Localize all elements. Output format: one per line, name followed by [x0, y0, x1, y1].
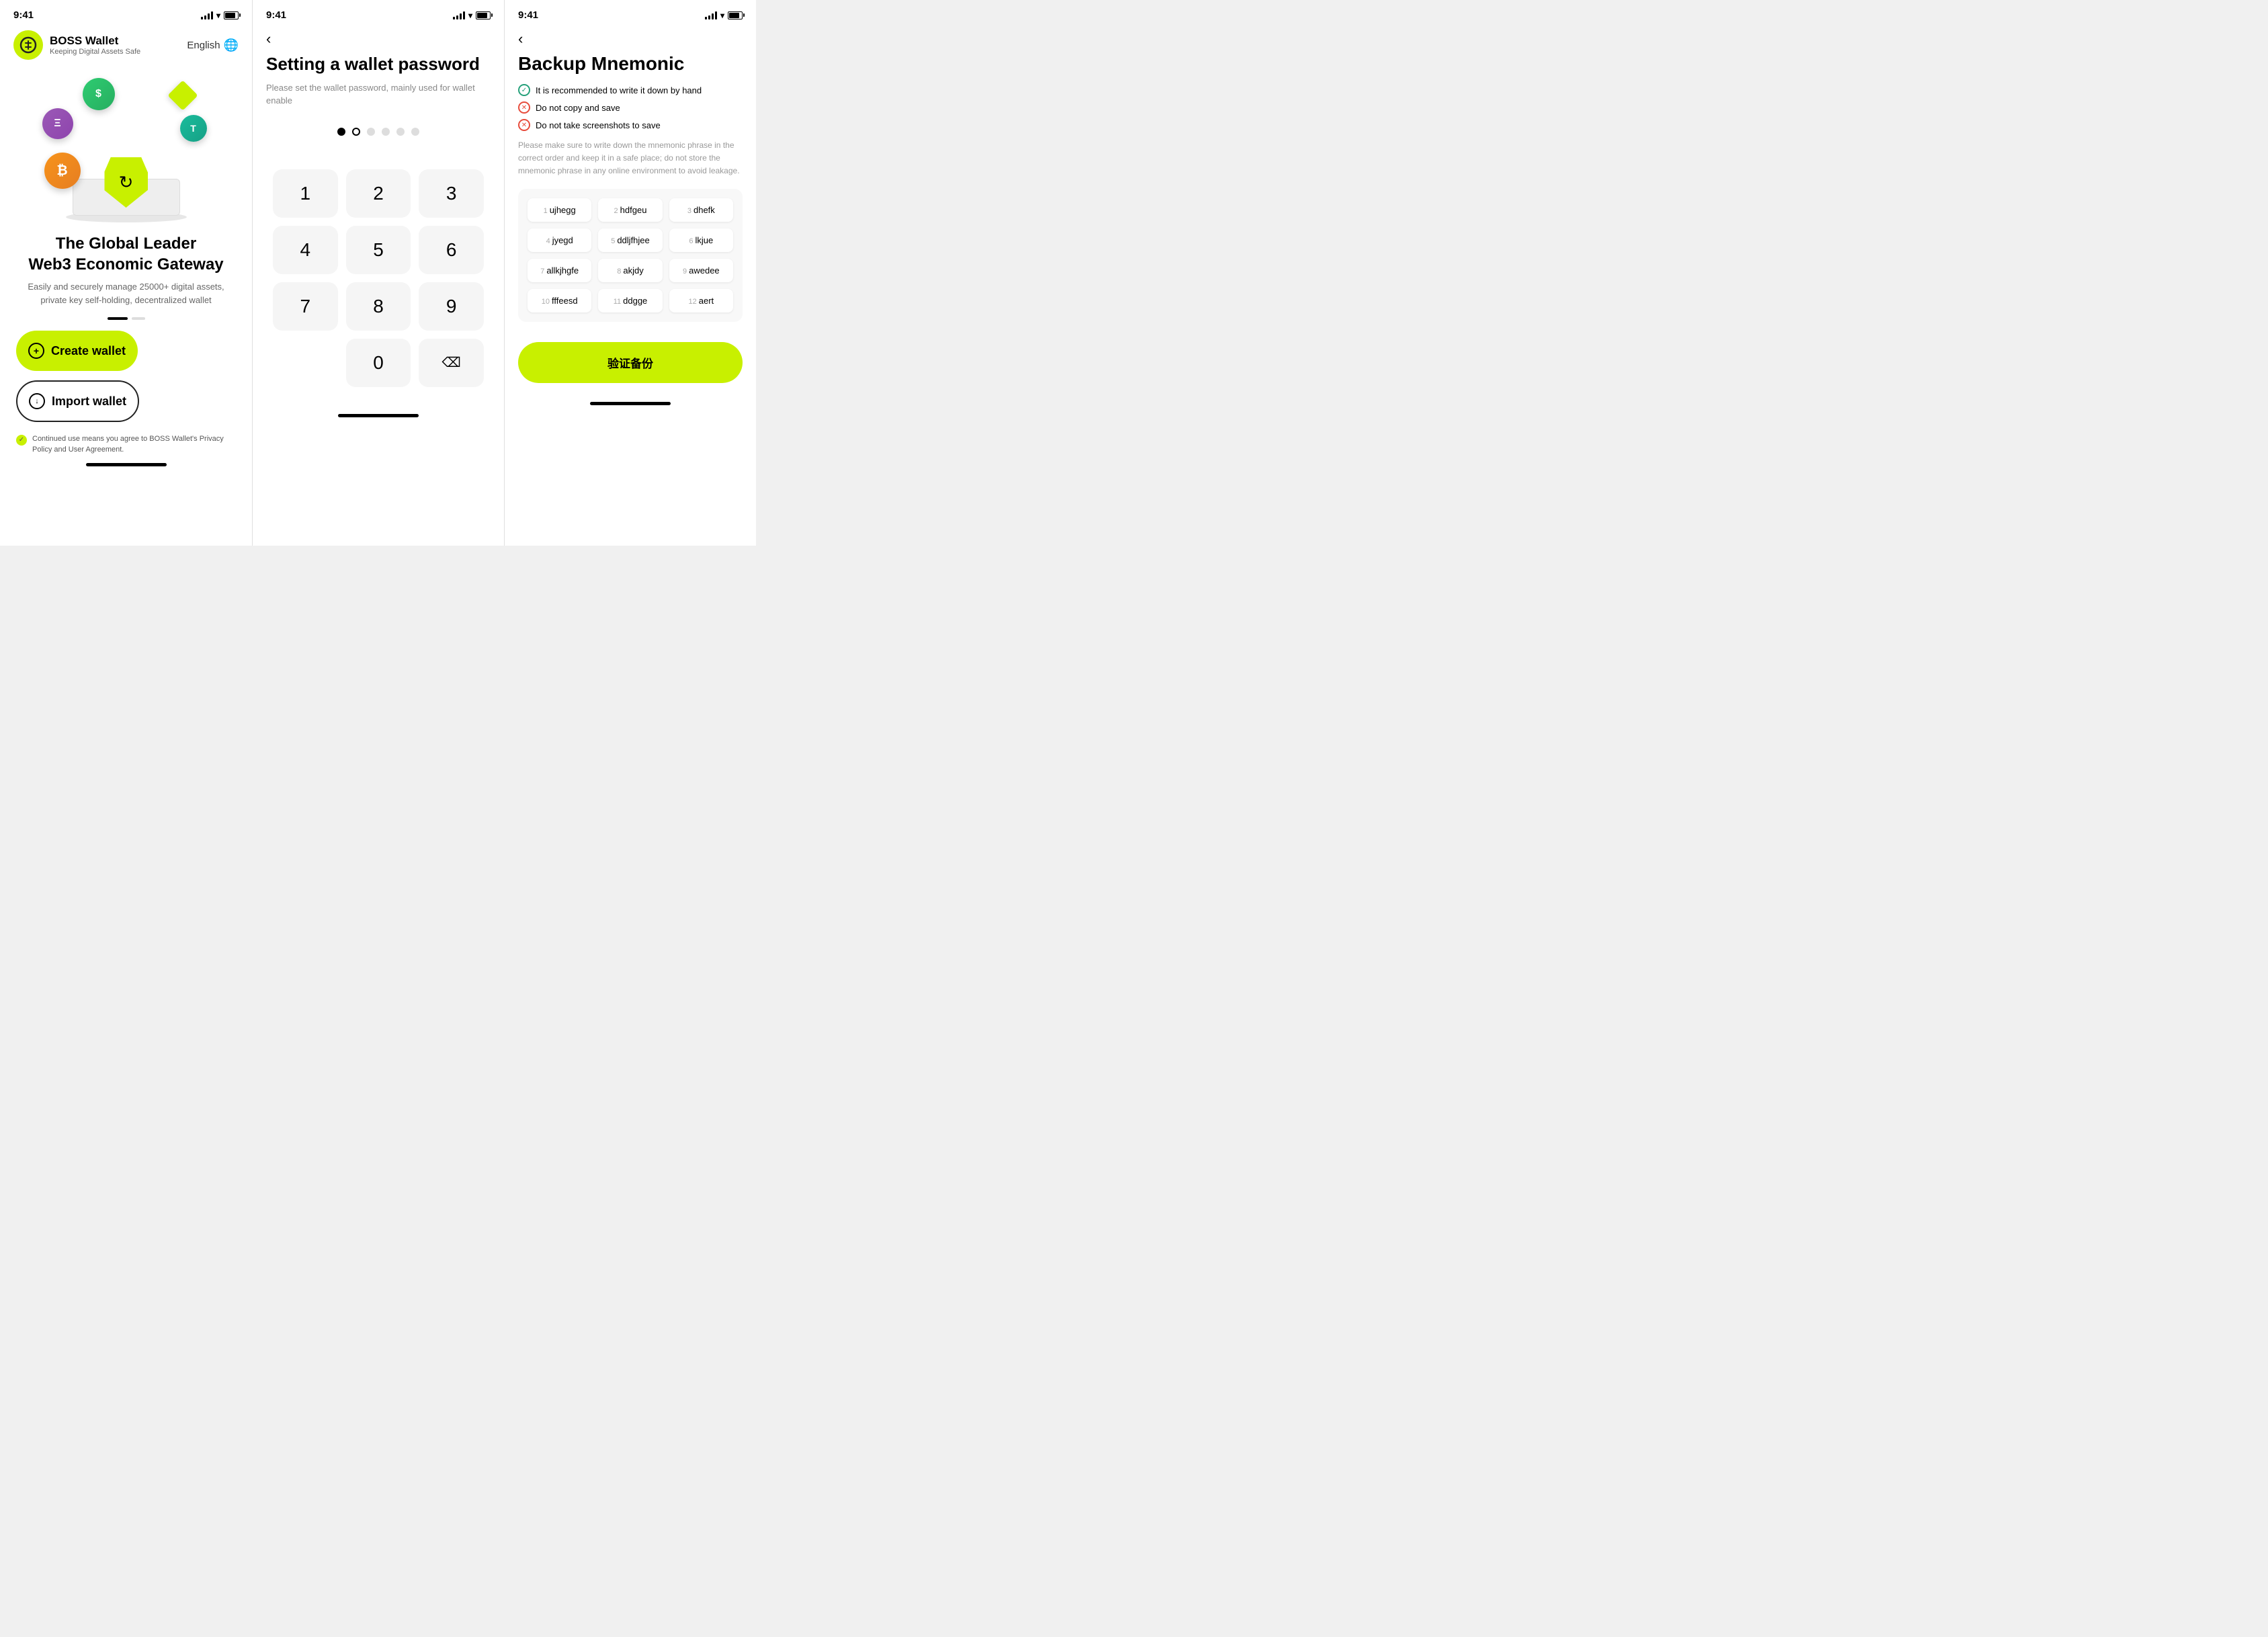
step-dot-3 — [367, 128, 375, 136]
phone2-password: 9:41 ▾ ‹ Setting a wallet password Pleas… — [252, 0, 504, 546]
home-indicator-1 — [86, 463, 167, 466]
battery-icon-3 — [728, 11, 743, 19]
status-bar-2: 9:41 ▾ — [253, 0, 504, 25]
mnemonic-word-7: 7allkjhgfe — [528, 259, 591, 282]
password-subtitle: Please set the wallet password, mainly u… — [266, 81, 491, 108]
back-button-2[interactable]: ‹ — [253, 25, 504, 53]
language-label: English — [187, 40, 220, 51]
privacy-text: Continued use means you agree to BOSS Wa… — [32, 434, 236, 455]
logo-text: BOSS Wallet Keeping Digital Assets Safe — [50, 34, 140, 56]
battery-icon-1 — [224, 11, 239, 19]
app-logo — [13, 30, 43, 60]
key-1[interactable]: 1 — [273, 169, 338, 218]
import-label: Import wallet — [52, 394, 126, 409]
status-bar-1: 9:41 ▾ — [0, 0, 252, 25]
mnemonic-word-3: 3dhefk — [669, 198, 733, 222]
create-wallet-button[interactable]: + Create wallet — [16, 331, 138, 371]
signal-icon-3 — [705, 11, 717, 19]
logo-area: BOSS Wallet Keeping Digital Assets Safe — [13, 30, 140, 60]
wifi-icon-3: ▾ — [720, 11, 724, 20]
create-icon: + — [28, 343, 44, 359]
mnemonic-word-9: 9awedee — [669, 259, 733, 282]
key-3[interactable]: 3 — [419, 169, 484, 218]
mnemonic-word-11: 11ddgge — [598, 289, 662, 312]
globe-icon: 🌐 — [224, 38, 239, 52]
status-icons-1: ▾ — [201, 11, 239, 20]
tip-2-text: Do not copy and save — [536, 103, 620, 113]
verify-backup-button[interactable]: 验证备份 — [518, 342, 743, 383]
create-label: Create wallet — [51, 344, 126, 358]
hero-subtitle: Easily and securely manage 25000+ digita… — [0, 280, 252, 306]
battery-icon-2 — [476, 11, 491, 19]
app-header: BOSS Wallet Keeping Digital Assets Safe … — [0, 25, 252, 68]
status-icons-2: ▾ — [453, 11, 491, 20]
key-8[interactable]: 8 — [346, 282, 411, 331]
time-3: 9:41 — [518, 9, 538, 21]
mnemonic-word-5: 5ddljfhjee — [598, 228, 662, 252]
tip-warn-icon-1: ✕ — [518, 101, 530, 114]
back-button-3[interactable]: ‹ — [505, 25, 756, 53]
mnemonic-grid: 1ujhegg 2hdfgeu 3dhefk 4jyegd 5ddljfhjee 6lkj… — [518, 189, 743, 322]
import-icon: ↓ — [29, 393, 45, 409]
signal-icon-1 — [201, 11, 213, 19]
home-indicator-2 — [338, 414, 419, 417]
mnemonic-word-2: 2hdfgeu — [598, 198, 662, 222]
key-9[interactable]: 9 — [419, 282, 484, 331]
check-icon: ✓ — [16, 435, 27, 446]
key-2[interactable]: 2 — [346, 169, 411, 218]
mnemonic-content: Backup Mnemonic ✓ It is recommended to w… — [505, 53, 756, 396]
step-dot-5 — [396, 128, 405, 136]
app-tagline: Keeping Digital Assets Safe — [50, 48, 140, 56]
phone3-mnemonic: 9:41 ▾ ‹ Backup Mnemonic ✓ It is recomme… — [504, 0, 756, 546]
step-dot-4 — [382, 128, 390, 136]
key-empty — [273, 339, 338, 387]
tip-3: ✕ Do not take screenshots to save — [518, 119, 743, 131]
status-bar-3: 9:41 ▾ — [505, 0, 756, 25]
mnemonic-word-4: 4jyegd — [528, 228, 591, 252]
step-dot-6 — [411, 128, 419, 136]
time-2: 9:41 — [266, 9, 286, 21]
step-dot-1 — [337, 128, 345, 136]
hero-illustration: ↻ Ξ $ ₿ T — [39, 75, 214, 222]
dot-1 — [108, 317, 128, 320]
app-name: BOSS Wallet — [50, 34, 140, 48]
home-indicator-3 — [590, 402, 671, 405]
step-dot-2 — [352, 128, 360, 136]
dot-2 — [132, 317, 145, 320]
signal-icon-2 — [453, 11, 465, 19]
progress-indicator — [266, 128, 491, 136]
mnemonic-word-1: 1ujhegg — [528, 198, 591, 222]
mnemonic-word-8: 8akjdy — [598, 259, 662, 282]
mnemonic-word-12: 12aert — [669, 289, 733, 312]
tip-3-text: Do not take screenshots to save — [536, 120, 661, 130]
hero-title: The Global LeaderWeb3 Economic Gateway — [0, 222, 252, 280]
tip-check-icon: ✓ — [518, 84, 530, 96]
status-icons-3: ▾ — [705, 11, 743, 20]
key-5[interactable]: 5 — [346, 226, 411, 274]
key-backspace[interactable]: ⌫ — [419, 339, 484, 387]
phone1-welcome: 9:41 ▾ BOSS Wallet — [0, 0, 252, 546]
tip-1: ✓ It is recommended to write it down by … — [518, 84, 743, 96]
page-dots — [0, 317, 252, 320]
mnemonic-word-10: 10fffeesd — [528, 289, 591, 312]
wifi-icon-2: ▾ — [468, 11, 472, 20]
key-6[interactable]: 6 — [419, 226, 484, 274]
tip-2: ✕ Do not copy and save — [518, 101, 743, 114]
tip-warn-icon-2: ✕ — [518, 119, 530, 131]
mnemonic-title: Backup Mnemonic — [518, 53, 743, 75]
key-0[interactable]: 0 — [346, 339, 411, 387]
privacy-notice: ✓ Continued use means you agree to BOSS … — [0, 431, 252, 458]
import-wallet-button[interactable]: ↓ Import wallet — [16, 380, 139, 422]
tip-1-text: It is recommended to write it down by ha… — [536, 85, 702, 95]
time-1: 9:41 — [13, 9, 34, 21]
language-selector[interactable]: English 🌐 — [187, 38, 239, 52]
key-4[interactable]: 4 — [273, 226, 338, 274]
password-title: Setting a wallet password — [266, 53, 491, 76]
numpad: 1 2 3 4 5 6 7 8 9 0 ⌫ — [266, 169, 491, 387]
wifi-icon-1: ▾ — [216, 11, 220, 20]
key-7[interactable]: 7 — [273, 282, 338, 331]
mnemonic-description: Please make sure to write down the mnemo… — [518, 139, 743, 178]
password-content: Setting a wallet password Please set the… — [253, 53, 504, 387]
mnemonic-word-6: 6lkjue — [669, 228, 733, 252]
